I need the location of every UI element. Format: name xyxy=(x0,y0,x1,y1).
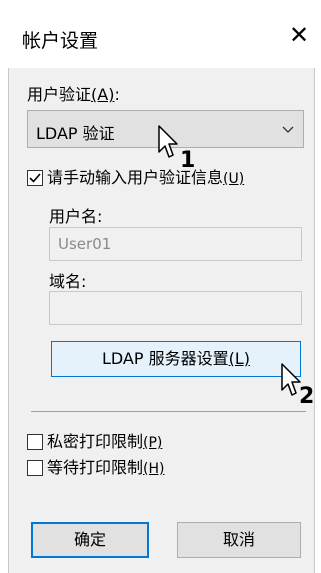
user-auth-access-key: (A) xyxy=(91,85,115,104)
user-auth-label-text: 用户验证 xyxy=(27,85,92,104)
username-label: 用户名: xyxy=(49,207,103,226)
domain-field[interactable] xyxy=(49,291,302,325)
manual-input-checkbox[interactable] xyxy=(27,170,43,186)
private-print-checkbox[interactable] xyxy=(27,434,43,450)
ok-button[interactable]: 确定 xyxy=(31,522,149,558)
separator xyxy=(31,411,306,412)
private-print-option[interactable]: 私密打印限制(P) xyxy=(27,428,162,452)
chevron-down-icon xyxy=(282,126,294,133)
callout-number-one: 1 xyxy=(180,148,196,173)
checkmark-icon xyxy=(29,173,41,183)
hold-print-option[interactable]: 等待打印限制(H) xyxy=(27,454,164,478)
hold-print-label: 等待打印限制 xyxy=(47,458,144,477)
mouse-pointer-icon xyxy=(158,125,178,158)
ldap-button-label: LDAP 服务器设置 xyxy=(101,349,229,368)
private-print-label: 私密打印限制 xyxy=(47,432,144,451)
ldap-button-access-key: (L) xyxy=(228,349,251,368)
username-field[interactable]: User01 xyxy=(49,227,302,261)
manual-input-option[interactable]: 请手动输入用户验证信息(U) xyxy=(27,164,244,188)
user-auth-colon: : xyxy=(114,85,120,104)
title-bar: 帐户设置 ✕ xyxy=(0,0,321,68)
close-button[interactable]: ✕ xyxy=(286,20,312,50)
user-auth-selected-value: LDAP 验证 xyxy=(36,124,115,143)
hold-print-checkbox[interactable] xyxy=(27,460,43,476)
window-title: 帐户设置 xyxy=(22,30,99,52)
manual-input-label: 请手动输入用户验证信息 xyxy=(47,168,224,187)
manual-input-access-key: (U) xyxy=(223,171,245,187)
domain-label: 域名: xyxy=(49,272,87,291)
callout-number-two: 2 xyxy=(299,384,315,409)
ldap-server-settings-button[interactable]: LDAP 服务器设置(L) xyxy=(51,341,301,377)
cancel-button[interactable]: 取消 xyxy=(177,522,301,558)
hold-print-access-key: (H) xyxy=(143,461,165,477)
username-value: User01 xyxy=(58,235,112,253)
user-auth-label: 用户验证(A): xyxy=(27,81,120,105)
private-print-access-key: (P) xyxy=(143,435,163,451)
